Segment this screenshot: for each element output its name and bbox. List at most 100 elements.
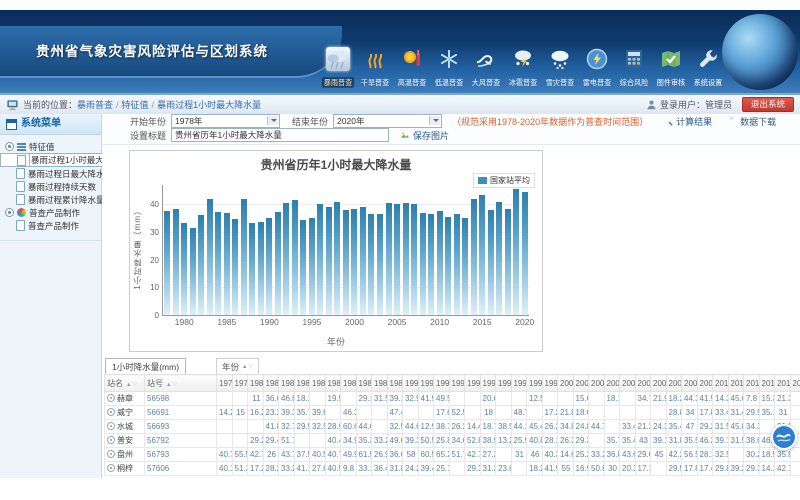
chevron-down-icon[interactable] [267,116,278,125]
save-image-button[interactable]: rect x="1" y="2" width="12" height="10" … [399,129,449,142]
breadcrumb-link-0[interactable]: 暴雨普查 [77,100,113,110]
col-year-2005[interactable]: 2005 [635,375,651,392]
cell-57606-1996: 23.6 [496,462,512,476]
col-year-2010[interactable]: 2010 [713,375,729,392]
cell-56693-1994: 14.4 [465,420,481,434]
sidebar-group-0[interactable]: 特征值 [0,140,101,153]
col-year-2006[interactable]: 2006 [651,375,667,392]
col-year-1988[interactable]: 1988 [372,375,388,392]
expand-toggle-icon[interactable] [5,142,14,151]
col-year-2004[interactable]: 2004 [620,375,636,392]
nav-heat[interactable]: 高温普查 [393,47,430,90]
end-year-select[interactable]: 2020年 [333,114,442,128]
col-year-2009[interactable]: 2009 [697,375,713,392]
expand-row-icon[interactable] [107,422,115,430]
col-year-1982[interactable]: 1982 [279,375,295,392]
table-row-57606[interactable]: 桐梓5760640.151.317.228.233.241.127.640.59… [105,462,800,476]
nav-hail[interactable]: 冰雹普查 [504,47,541,90]
col-year-1992[interactable]: 1992 [434,375,450,392]
cell-56693-1995: 18.7 [480,420,496,434]
col-year-2011[interactable]: 2011 [728,375,744,392]
chevron-down-icon[interactable] [429,116,440,125]
calc-result-button[interactable]: circle cx="6" cy="6" r="4" fill="none" s… [662,115,712,128]
nav-lightning[interactable]: 雷电普查 [578,47,615,90]
col-year-2012[interactable]: 2012 [744,375,760,392]
start-year-select[interactable]: 1978年 [171,114,280,128]
sidebar-item-0-1[interactable]: 暴雨过程日最大降水量 [0,167,101,180]
bar-2009 [428,214,434,315]
breadcrumb-link-2[interactable]: 暴雨过程1小时最大降水量 [157,100,261,110]
nav-cold[interactable]: 低温普查 [430,47,467,90]
col-station-id[interactable]: 站号▲▽ [145,375,217,392]
sort-icons[interactable]: ▲▽ [242,364,253,370]
col-year-1983[interactable]: 1983 [294,375,310,392]
nav-settings[interactable]: 系统设置 [689,47,726,90]
col-year-1979[interactable]: 1979 [232,375,248,392]
col-year-1997[interactable]: 1997 [511,375,527,392]
expand-row-icon[interactable] [107,408,115,416]
col-year-1980[interactable]: 1980 [248,375,264,392]
col-year-2003[interactable]: 2003 [604,375,620,392]
expand-row-icon[interactable] [107,394,115,402]
col-year-1989[interactable]: 1989 [387,375,403,392]
expand-row-icon[interactable] [107,450,115,458]
table-row-56691[interactable]: 威宁5669114.21516.223.239.335.739.646.347.… [105,406,800,420]
cell-56691-1984: 39.6 [310,406,326,420]
col-station-name[interactable]: 站名▲▽ [105,375,145,392]
col-year-2014[interactable]: 2014 [775,375,791,392]
table-row-56693[interactable]: 水城5669341.832.729.532.528.960.644.632.54… [105,420,800,434]
table-row-56792[interactable]: 普安5679229.229.451.740.434.935.333.249.63… [105,434,800,448]
col-year-1986[interactable]: 1986 [341,375,357,392]
col-year-1993[interactable]: 1993 [449,375,465,392]
table-row-56598[interactable]: 赫章565981136.646.818.119.529.131.539.132.… [105,392,800,406]
col-year-2007[interactable]: 2007 [666,375,682,392]
nav-review[interactable]: 图件审核 [652,47,689,90]
bar-1986 [232,219,238,315]
col-year-1998[interactable]: 1998 [527,375,543,392]
nav-rainstorm[interactable]: 暴雨普查 [319,47,356,90]
sidebar-item-0-3[interactable]: 暴雨过程累计降水量 [0,193,101,206]
cell-56691-1997: 48.7 [511,406,527,420]
sort-icons[interactable]: ▲▽ [126,382,137,388]
data-download-button[interactable]: rect x="1.5" y="1.5" width="11" height="… [726,115,776,128]
col-year-2000[interactable]: 2000 [558,375,574,392]
nav-drought[interactable]: 干旱普查 [356,47,393,90]
col-year-1996[interactable]: 1996 [496,375,512,392]
sidebar-item-0-2[interactable]: 暴雨过程持续天数 [0,180,101,193]
col-year-1978[interactable]: 1978 [217,375,233,392]
col-year-2002[interactable]: 2002 [589,375,605,392]
col-year-2008[interactable]: 2008 [682,375,698,392]
chart-title-input[interactable] [171,128,389,142]
col-year-1999[interactable]: 1999 [542,375,558,392]
col-year-1995[interactable]: 1995 [480,375,496,392]
col-year-1991[interactable]: 1991 [418,375,434,392]
sort-icons[interactable]: ▲▽ [166,382,177,388]
cell-56598-2013: 15.3 [759,392,775,406]
breadcrumb-link-1[interactable]: 特征值 [122,100,149,110]
nav-wind[interactable]: 大风普查 [467,47,504,90]
nav-snow[interactable]: 雪灾普查 [541,47,578,90]
expand-row-icon[interactable] [107,464,115,472]
sidebar-group-1[interactable]: 普查产品制作 [0,206,101,219]
col-year-2015[interactable]: 2015 [790,375,800,392]
station-name-cell: 水城 [105,420,145,434]
col-year-1994[interactable]: 1994 [465,375,481,392]
table-row-56793[interactable]: 盘州5679340.755.542.72643.737.540.540.749.… [105,448,800,462]
col-year-2001[interactable]: 2001 [573,375,589,392]
col-year-1987[interactable]: 1987 [356,375,372,392]
expand-row-icon[interactable] [107,436,115,444]
cell-56793-2005: 29.6 [635,448,651,462]
nav-risk[interactable]: 综合风险 [615,47,652,90]
logout-button[interactable]: 退出系统 [742,97,794,112]
floating-assistant-button[interactable] [770,423,798,451]
col-year-1985[interactable]: 1985 [325,375,341,392]
col-year-1981[interactable]: 1981 [263,375,279,392]
cell-56598-1998: 12.5 [527,392,543,406]
sidebar-item-1-0[interactable]: 普查产品制作 [0,219,101,232]
expand-toggle-icon[interactable] [5,208,14,217]
col-year-2013[interactable]: 2013 [759,375,775,392]
col-year-1990[interactable]: 1990 [403,375,419,392]
table-body: 赫章565981136.646.818.119.529.131.539.132.… [105,392,800,476]
col-year-1984[interactable]: 1984 [310,375,326,392]
station-id-cell: 56793 [145,448,217,462]
